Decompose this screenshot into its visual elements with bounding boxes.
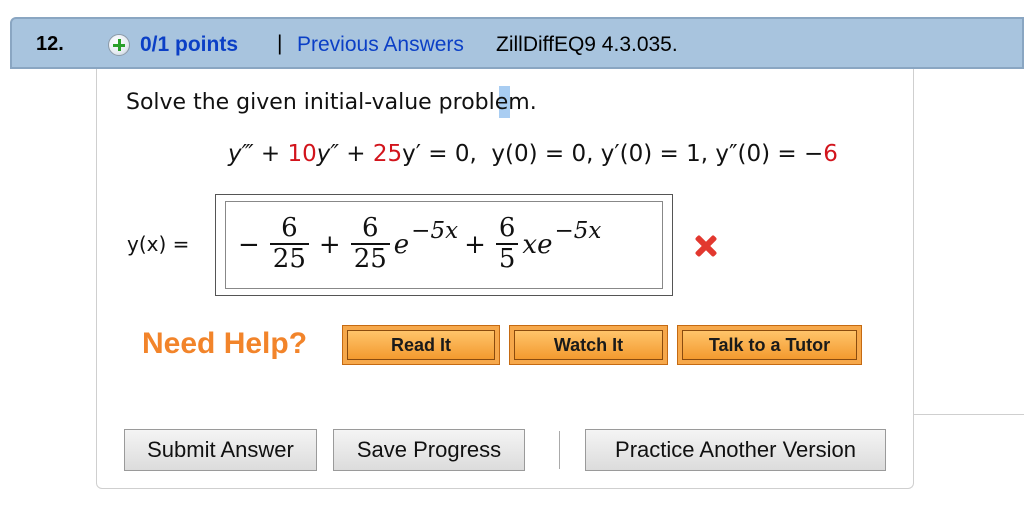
- term3-numerator: 6: [498, 213, 516, 244]
- header-separator: |: [277, 32, 283, 55]
- term2-base: e: [393, 230, 410, 260]
- eq-part3: y′ = 0, y(0) = 0, y′(0) = 1, y″(0) = −: [402, 141, 824, 167]
- expand-plus-icon[interactable]: [108, 34, 130, 56]
- answer-label: y(x) =: [127, 232, 190, 256]
- previous-answers-link[interactable]: Previous Answers: [297, 33, 464, 57]
- watch-it-button[interactable]: Watch It: [509, 325, 668, 365]
- eq-last: 6: [823, 141, 838, 167]
- op-plus-2: +: [464, 230, 486, 260]
- eq-part1: y‴ +: [228, 141, 288, 167]
- points-score: 0/1 points: [140, 33, 239, 56]
- term3-fraction: 6 5: [495, 213, 519, 275]
- term3-base: xe: [522, 230, 553, 260]
- practice-another-version-button[interactable]: Practice Another Version: [585, 429, 886, 471]
- answer-input[interactable]: − 6 25 + 6 25 e −5x + 6 5 xe −5x: [225, 201, 663, 289]
- eq-coef1: 10: [287, 141, 317, 167]
- incorrect-x-icon: [693, 233, 719, 259]
- op-plus-1: +: [318, 230, 341, 260]
- term1-sign: −: [238, 230, 260, 260]
- term2-numerator: 6: [361, 213, 379, 244]
- question-header-bar: 12. 0/1 points | Previous Answers ZillDi…: [10, 17, 1024, 69]
- term1-denominator: 25: [269, 242, 309, 275]
- need-help-label: Need Help?: [142, 327, 308, 360]
- button-divider: [559, 431, 560, 469]
- section-rule: [913, 414, 1024, 415]
- watch-it-label: Watch It: [514, 330, 663, 360]
- term1-fraction: 6 25: [269, 213, 309, 275]
- term3-denominator: 5: [495, 242, 519, 275]
- save-progress-button[interactable]: Save Progress: [333, 429, 525, 471]
- term3-exponent: −5x: [554, 218, 602, 244]
- term2-denominator: 25: [350, 242, 390, 275]
- term2-exponent: −5x: [411, 218, 459, 244]
- differential-equation: y‴ + 10y″ + 25y′ = 0, y(0) = 0, y′(0) = …: [228, 141, 838, 167]
- term1-numerator: 6: [281, 213, 298, 244]
- eq-part2: y″ +: [316, 141, 373, 167]
- answer-box[interactable]: − 6 25 + 6 25 e −5x + 6 5 xe −5x: [215, 194, 673, 296]
- read-it-button[interactable]: Read It: [342, 325, 500, 365]
- question-number: 12.: [36, 33, 64, 55]
- eq-coef2: 25: [372, 141, 403, 167]
- question-source: ZillDiffEQ9 4.3.035.: [496, 33, 678, 56]
- talk-to-tutor-label: Talk to a Tutor: [682, 330, 857, 360]
- talk-to-tutor-button[interactable]: Talk to a Tutor: [677, 325, 862, 365]
- read-it-label: Read It: [347, 330, 495, 360]
- question-prompt: Solve the given initial-value problem.: [126, 90, 537, 115]
- submit-answer-button[interactable]: Submit Answer: [124, 429, 317, 471]
- term2-fraction: 6 25: [350, 213, 390, 275]
